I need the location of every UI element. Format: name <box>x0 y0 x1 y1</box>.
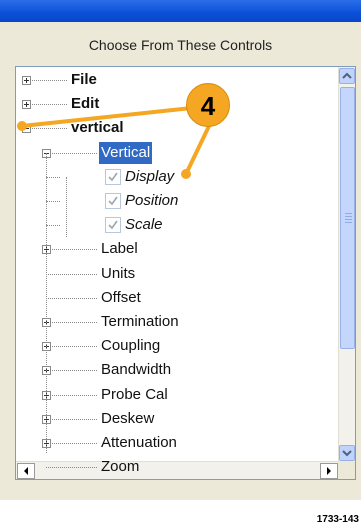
figure-id: 1733-143 <box>316 514 359 525</box>
callout-badge: 4 <box>186 83 230 127</box>
callout-leader-lines <box>17 105 212 179</box>
